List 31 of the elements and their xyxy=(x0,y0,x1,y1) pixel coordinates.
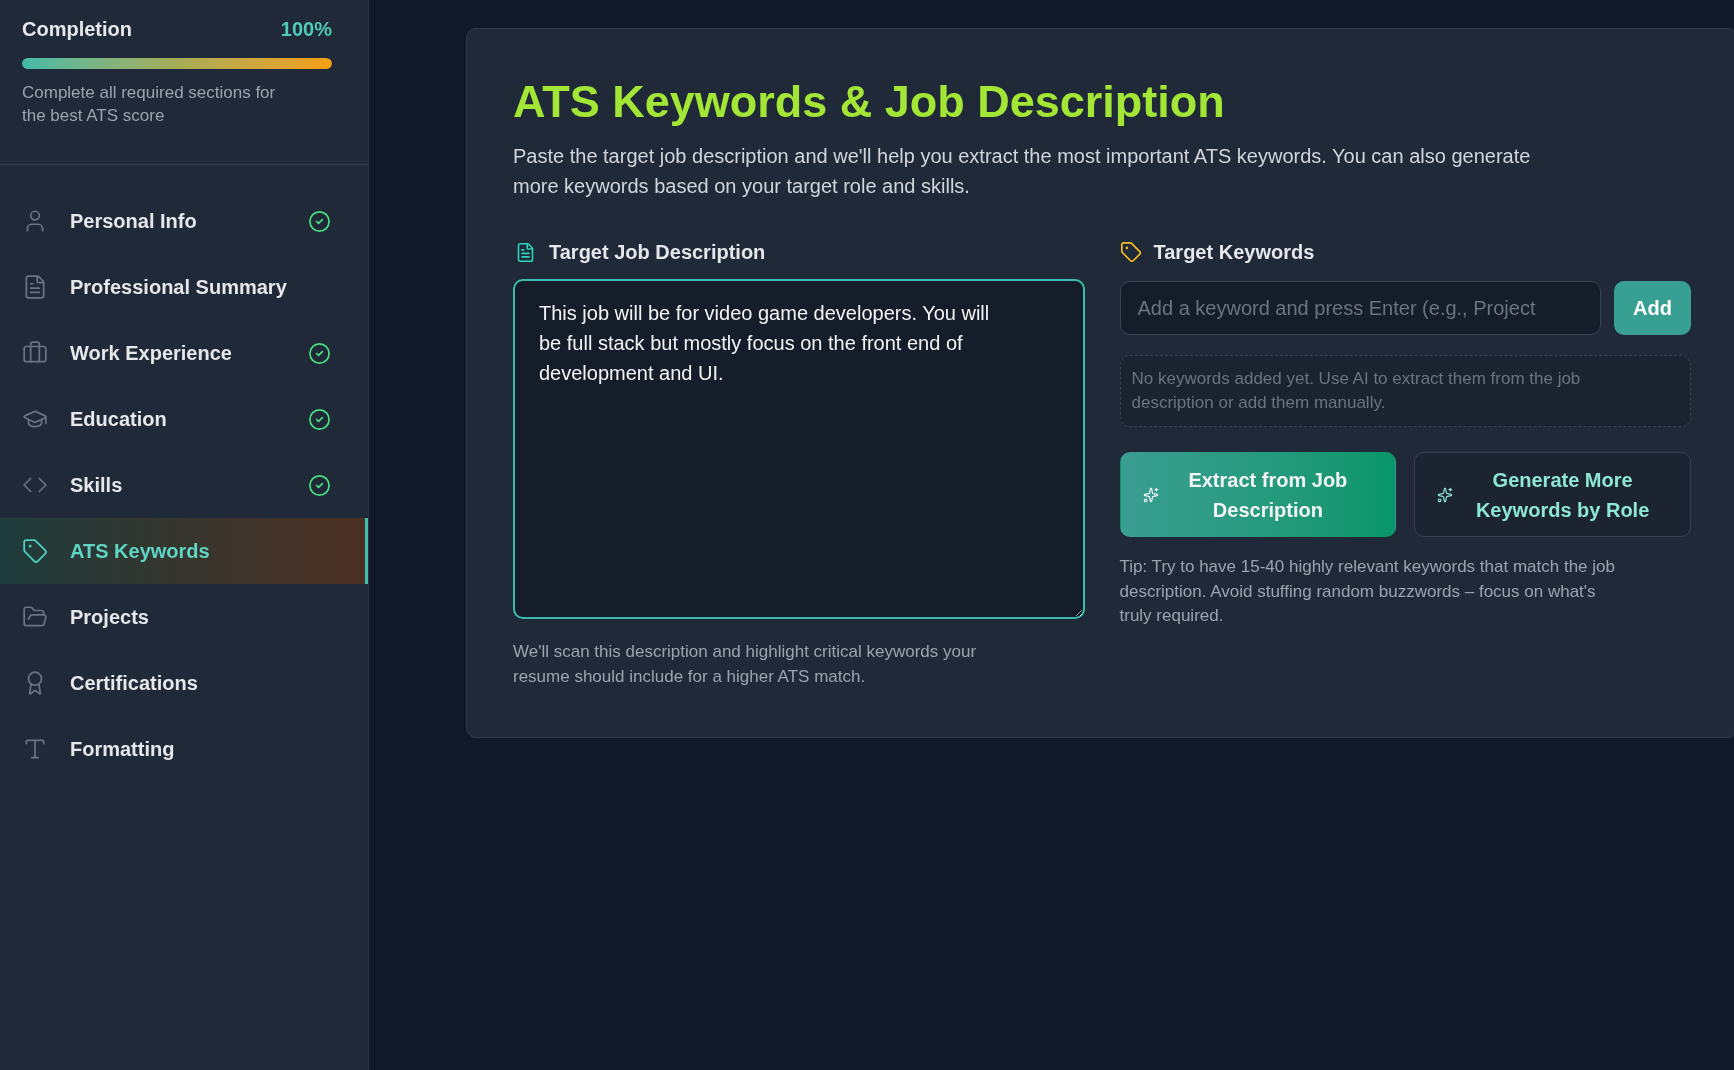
completion-percent: 100% xyxy=(280,17,332,42)
sidebar-item[interactable]: Certifications xyxy=(0,650,368,716)
page-title: ATS Keywords & Job Description xyxy=(513,75,1226,129)
sidebar-item[interactable]: Projects xyxy=(0,584,368,650)
generate-keywords-button[interactable]: Generate More Keywords by Role xyxy=(1414,452,1691,537)
completion-label: Completion xyxy=(22,17,132,42)
sidebar-item[interactable]: ATS Keywords xyxy=(0,518,368,584)
completion-hint: Complete all required sections for the best ATS score xyxy=(22,82,277,127)
keywords-empty-state: No keywords added yet. Use AI to extract them from the job description or add them manually. xyxy=(1119,355,1691,427)
sparkles-icon xyxy=(1437,486,1454,503)
document-icon xyxy=(515,241,536,263)
document-icon xyxy=(22,274,48,300)
sidebar-item[interactable]: Personal Info xyxy=(0,188,368,254)
tag-icon xyxy=(1119,241,1142,263)
keywords-label: Target Keywords xyxy=(1153,240,1315,265)
folder-icon xyxy=(22,604,48,630)
sparkles-icon xyxy=(1142,486,1159,503)
tip-text: Tip: Try to have 15-40 highly relevant keywords that match the job description. Avoid stuffing random buzzwords – focus on what's truly required. xyxy=(1119,556,1616,627)
tag-icon xyxy=(22,538,48,564)
sidebar-item[interactable]: Education xyxy=(0,386,368,452)
job-description-field[interactable]: This job will be for video game developers. You will be full stack but mostly focus on the front end of development and UI. xyxy=(513,279,1085,619)
briefcase-icon xyxy=(22,340,48,366)
sidebar-item[interactable]: Skills xyxy=(0,452,368,518)
job-description-label: Target Job Description xyxy=(549,240,766,265)
page-description: Paste the target job description and we'll help you extract the most important ATS keywords. You can also generate more keywords based on your target role and skills. xyxy=(513,144,1532,199)
keyword-input[interactable]: Add a keyword and press Enter (e.g., Project xyxy=(1119,281,1601,335)
letter-t-icon xyxy=(22,736,48,762)
job-description-hint: We'll scan this description and highlight critical keywords your resume should include for a higher ATS match. xyxy=(513,641,978,688)
sidebar-item[interactable]: Formatting xyxy=(0,716,368,782)
sidebar-item[interactable]: Work Experience xyxy=(0,320,368,386)
sidebar-item[interactable]: Professional Summary xyxy=(0,254,368,320)
